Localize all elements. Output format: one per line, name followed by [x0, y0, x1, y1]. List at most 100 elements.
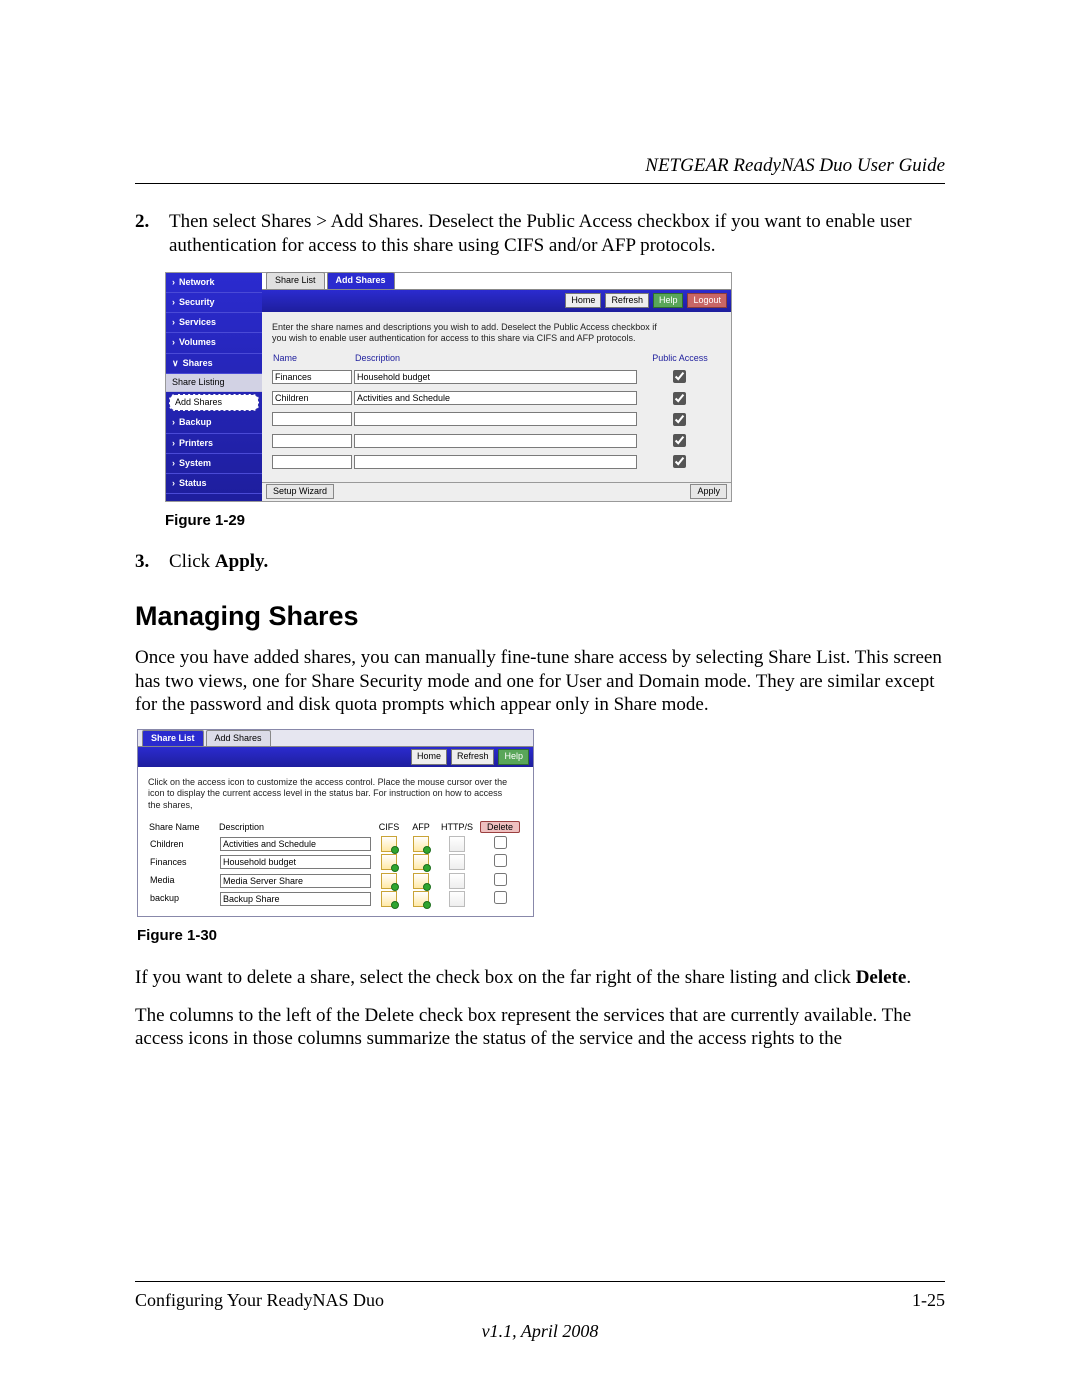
- share-name-cell: backup: [148, 890, 218, 908]
- para-delete-b: .: [906, 967, 911, 988]
- desc-input[interactable]: [354, 434, 637, 448]
- sidebar-item-security[interactable]: › Security: [166, 293, 262, 313]
- help-button[interactable]: Help: [498, 749, 529, 764]
- logout-button[interactable]: Logout: [687, 293, 727, 308]
- fig30-toolbar: Home Refresh Help: [138, 747, 533, 767]
- sidebar-item-volumes[interactable]: › Volumes: [166, 333, 262, 353]
- fig29-instructions: Enter the share names and descriptions y…: [272, 322, 672, 345]
- col-desc: Description: [354, 352, 639, 367]
- figure-1-30: Share List Add Shares Home Refresh Help …: [137, 729, 534, 917]
- table-row: [272, 367, 721, 388]
- afp-access-icon[interactable]: [413, 891, 429, 907]
- refresh-button[interactable]: Refresh: [605, 293, 649, 308]
- desc-input[interactable]: [220, 892, 371, 906]
- desc-input[interactable]: [354, 412, 637, 426]
- desc-input[interactable]: [220, 855, 371, 869]
- home-button[interactable]: Home: [411, 749, 447, 764]
- fig30-instructions: Click on the access icon to customize th…: [148, 777, 508, 811]
- footer-rule: [135, 1281, 945, 1282]
- https-access-icon[interactable]: [449, 873, 465, 889]
- col-description: Description: [218, 821, 373, 835]
- sidebar-item-backup[interactable]: › Backup: [166, 413, 262, 433]
- delete-header-button[interactable]: Delete: [480, 821, 520, 833]
- setup-wizard-button[interactable]: Setup Wizard: [266, 484, 334, 499]
- header-rule: [135, 183, 945, 184]
- table-row: Media: [148, 872, 523, 890]
- desc-input[interactable]: [220, 837, 371, 851]
- table-row: [272, 389, 721, 410]
- public-access-checkbox[interactable]: [673, 434, 686, 447]
- afp-access-icon[interactable]: [413, 854, 429, 870]
- help-button[interactable]: Help: [653, 293, 684, 308]
- tab-add-shares[interactable]: Add Shares: [327, 272, 395, 288]
- cifs-access-icon[interactable]: [381, 836, 397, 852]
- share-name-cell: Children: [148, 835, 218, 853]
- sidebar-item-system[interactable]: › System: [166, 454, 262, 474]
- col-https: HTTP/S: [437, 821, 477, 835]
- figure-1-30-caption: Figure 1-30: [137, 927, 945, 946]
- apply-button[interactable]: Apply: [690, 484, 727, 499]
- fig29-footer: Setup Wizard Apply: [262, 482, 731, 501]
- header-title: NETGEAR ReadyNAS Duo User Guide: [135, 155, 945, 177]
- home-button[interactable]: Home: [565, 293, 601, 308]
- https-access-icon[interactable]: [449, 836, 465, 852]
- desc-input[interactable]: [354, 391, 637, 405]
- desc-input[interactable]: [354, 455, 637, 469]
- public-access-checkbox[interactable]: [673, 392, 686, 405]
- sidebar-item-services[interactable]: › Services: [166, 313, 262, 333]
- sidebar-item-printers[interactable]: › Printers: [166, 434, 262, 454]
- figure-1-29: › Network › Security › Services › Volume…: [165, 272, 732, 502]
- sidebar-label-services: Services: [179, 317, 216, 328]
- public-access-checkbox[interactable]: [673, 455, 686, 468]
- name-input[interactable]: [272, 391, 352, 405]
- table-row: [272, 452, 721, 473]
- step-3-number: 3.: [135, 550, 155, 574]
- fig30-tabbar: Share List Add Shares: [138, 730, 533, 747]
- para-delete-a: If you want to delete a share, select th…: [135, 967, 856, 988]
- refresh-button[interactable]: Refresh: [451, 749, 495, 764]
- tab-add-shares[interactable]: Add Shares: [206, 730, 271, 746]
- footer-page-number: 1-25: [912, 1290, 945, 1311]
- name-input[interactable]: [272, 434, 352, 448]
- https-access-icon[interactable]: [449, 891, 465, 907]
- cifs-access-icon[interactable]: [381, 891, 397, 907]
- col-share-name: Share Name: [148, 821, 218, 835]
- public-access-checkbox[interactable]: [673, 370, 686, 383]
- cifs-access-icon[interactable]: [381, 854, 397, 870]
- sidebar-label-shares: Shares: [183, 358, 213, 369]
- table-row: Children: [148, 835, 523, 853]
- sidebar-item-shares[interactable]: ∨ Shares: [166, 354, 262, 374]
- delete-checkbox[interactable]: [494, 836, 507, 849]
- public-access-checkbox[interactable]: [673, 413, 686, 426]
- delete-checkbox[interactable]: [494, 854, 507, 867]
- col-afp: AFP: [405, 821, 437, 835]
- tab-share-list[interactable]: Share List: [266, 272, 325, 288]
- figure-1-29-caption: Figure 1-29: [165, 512, 945, 531]
- share-name-cell: Media: [148, 872, 218, 890]
- sidebar-item-status[interactable]: › Status: [166, 474, 262, 494]
- sidebar-item-network[interactable]: › Network: [166, 273, 262, 293]
- col-delete: Delete: [477, 821, 523, 835]
- sidebar-sub-share-listing[interactable]: Share Listing: [166, 374, 262, 392]
- desc-input[interactable]: [354, 370, 637, 384]
- sidebar-label-status: Status: [179, 478, 207, 489]
- name-input[interactable]: [272, 370, 352, 384]
- afp-access-icon[interactable]: [413, 836, 429, 852]
- add-shares-table: Name Description Public Access: [272, 352, 721, 474]
- desc-input[interactable]: [220, 874, 371, 888]
- footer-version: v1.1, April 2008: [135, 1321, 945, 1342]
- cifs-access-icon[interactable]: [381, 873, 397, 889]
- step-3-text: Click Apply.: [169, 550, 945, 574]
- delete-checkbox[interactable]: [494, 891, 507, 904]
- fig29-toolbar: Home Refresh Help Logout: [262, 290, 731, 312]
- table-row: Finances: [148, 853, 523, 871]
- para-delete-bold: Delete: [856, 967, 907, 988]
- sidebar-sub-add-shares[interactable]: Add Shares: [169, 394, 259, 411]
- share-name-cell: Finances: [148, 853, 218, 871]
- name-input[interactable]: [272, 455, 352, 469]
- tab-share-list[interactable]: Share List: [142, 730, 204, 746]
- delete-checkbox[interactable]: [494, 873, 507, 886]
- afp-access-icon[interactable]: [413, 873, 429, 889]
- https-access-icon[interactable]: [449, 854, 465, 870]
- name-input[interactable]: [272, 412, 352, 426]
